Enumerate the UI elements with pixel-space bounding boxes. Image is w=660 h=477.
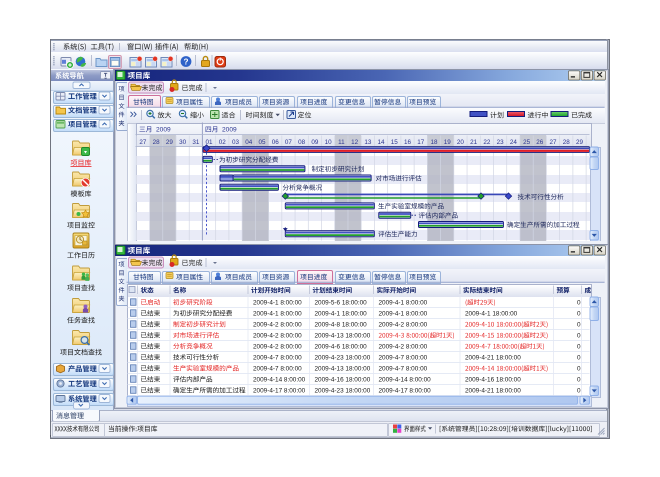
svg-text:16: 16 (404, 139, 412, 146)
svg-text:17: 17 (417, 139, 425, 146)
svg-text:0: 0 (577, 377, 581, 384)
svg-text:28: 28 (153, 139, 161, 146)
svg-text:2009-4-13 18:00:00: 2009-4-13 18:00:00 (315, 366, 371, 373)
svg-text:01: 01 (206, 139, 214, 146)
svg-text:2009-4-2 8:00:00: 2009-4-2 8:00:00 (379, 322, 428, 329)
svg-text:14: 14 (378, 139, 386, 146)
svg-text:2009-4-16 18:00:00: 2009-4-16 18:00:00 (465, 377, 521, 384)
svg-text:0: 0 (577, 311, 581, 318)
svg-text:2009-4-21 18:00:00: 2009-4-21 18:00:00 (465, 355, 521, 362)
svg-text:0: 0 (577, 355, 581, 362)
svg-text:2009-4-1 18:00:00: 2009-4-1 18:00:00 (315, 311, 368, 318)
svg-text:2009-5-6 18:00:00: 2009-5-6 18:00:00 (315, 300, 368, 307)
svg-text:0: 0 (577, 300, 581, 307)
svg-text:08: 08 (298, 139, 306, 146)
svg-text:15: 15 (391, 139, 399, 146)
svg-text:27: 27 (139, 139, 147, 146)
svg-text:2009-4-1 8:00:00: 2009-4-1 8:00:00 (253, 311, 302, 318)
svg-text:2009-4-17 8:00:00: 2009-4-17 8:00:00 (379, 388, 432, 395)
svg-text:2009: 2009 (156, 127, 171, 134)
svg-text:2009-4-14 8:00:00: 2009-4-14 8:00:00 (253, 377, 306, 384)
svg-text:2009-4-16 18:00:00: 2009-4-16 18:00:00 (315, 377, 371, 384)
svg-text:2009-4-17 8:00:00: 2009-4-17 8:00:00 (253, 388, 306, 395)
svg-text:06: 06 (272, 139, 280, 146)
svg-text:2009-4-2 8:00:00: 2009-4-2 8:00:00 (253, 322, 302, 329)
svg-text:26: 26 (536, 139, 544, 146)
svg-text:29: 29 (576, 139, 584, 146)
svg-text:09: 09 (311, 139, 319, 146)
svg-text:2009-4-7 8:00:00: 2009-4-7 8:00:00 (379, 355, 428, 362)
svg-text:0: 0 (577, 322, 581, 329)
svg-text:24: 24 (510, 139, 518, 146)
svg-text:2009-4-7 8:00:00: 2009-4-7 8:00:00 (253, 355, 302, 362)
svg-text:0: 0 (577, 333, 581, 340)
svg-text:2009-4-8 18:00:00: 2009-4-8 18:00:00 (315, 322, 368, 329)
svg-text:21: 21 (470, 139, 478, 146)
svg-text:2009-4-21 18:00:00: 2009-4-21 18:00:00 (465, 388, 521, 395)
svg-text:27: 27 (550, 139, 558, 146)
svg-text:0: 0 (577, 344, 581, 351)
svg-text:13: 13 (364, 139, 372, 146)
svg-text:11: 11 (338, 139, 345, 146)
svg-text:2009-4-1 18:00:00: 2009-4-1 18:00:00 (465, 311, 518, 318)
svg-text:2009-4-1 8:00:00: 2009-4-1 8:00:00 (253, 300, 302, 307)
svg-text:0: 0 (577, 388, 581, 395)
svg-text:20: 20 (457, 139, 465, 146)
svg-text:19: 19 (444, 139, 452, 146)
svg-text:?: ? (183, 57, 188, 66)
svg-text:2009-4-6 18:00:00: 2009-4-6 18:00:00 (315, 344, 368, 351)
svg-text:2009-4-7 8:00:00: 2009-4-7 8:00:00 (379, 366, 428, 373)
svg-text:2009-4-23 18:00:00: 2009-4-23 18:00:00 (315, 388, 371, 395)
svg-text:22: 22 (483, 139, 491, 146)
svg-text:2009-4-1 8:00:00: 2009-4-1 8:00:00 (379, 311, 428, 318)
svg-text:18: 18 (430, 139, 438, 146)
svg-text:2009-4-13 18:00:00: 2009-4-13 18:00:00 (315, 333, 371, 340)
svg-text:0: 0 (577, 366, 581, 373)
svg-text:30: 30 (179, 139, 187, 146)
svg-text:29: 29 (166, 139, 174, 146)
svg-text:2009-4-23 18:00:00: 2009-4-23 18:00:00 (315, 355, 371, 362)
svg-text:05: 05 (258, 139, 266, 146)
svg-text:10: 10 (325, 139, 333, 146)
svg-text:2009-4-2 8:00:00: 2009-4-2 8:00:00 (253, 344, 302, 351)
svg-text:2009-4-2 8:00:00: 2009-4-2 8:00:00 (379, 344, 428, 351)
svg-text:31: 31 (192, 139, 200, 146)
svg-text:28: 28 (563, 139, 571, 146)
svg-text:2009: 2009 (222, 127, 237, 134)
svg-text:23: 23 (497, 139, 505, 146)
svg-text:03: 03 (232, 139, 240, 146)
svg-text:2009-4-1 8:00:00: 2009-4-1 8:00:00 (379, 300, 428, 307)
svg-text:2009-4-2 8:00:00: 2009-4-2 8:00:00 (253, 333, 302, 340)
svg-text:02: 02 (219, 139, 227, 146)
svg-text:25: 25 (523, 139, 531, 146)
svg-text:04: 04 (245, 139, 253, 146)
svg-text:12: 12 (351, 139, 359, 146)
svg-text:2009-4-14 8:00:00: 2009-4-14 8:00:00 (379, 377, 432, 384)
svg-text:2009-4-7 8:00:00: 2009-4-7 8:00:00 (253, 366, 302, 373)
svg-text:07: 07 (285, 139, 293, 146)
